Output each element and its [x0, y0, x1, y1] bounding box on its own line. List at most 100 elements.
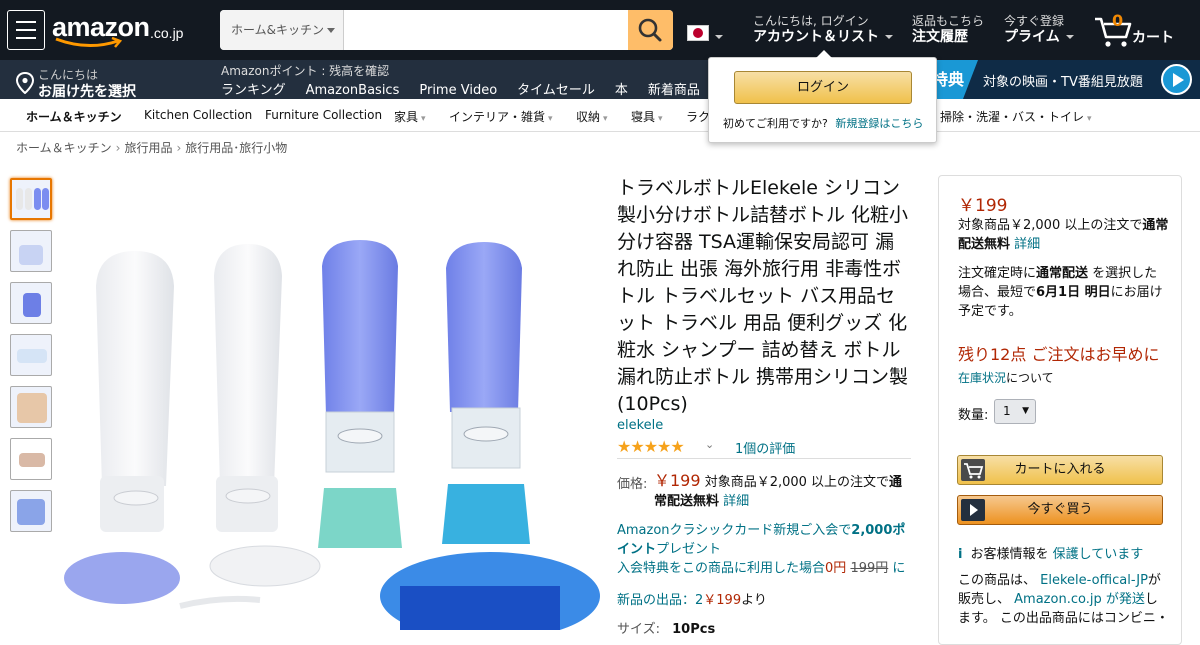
top-nav: amazon .co.jp ホーム&キッチン こんにちは, ログイン アカウント… [0, 0, 1200, 60]
orders-line1: 返品もこちら [912, 14, 985, 28]
stock-text: 残り12点 ご注文はお早めに [958, 345, 1160, 364]
new-offers[interactable]: 新品の出品：2￥199より [617, 589, 767, 608]
card-offer-price: 0円 [825, 561, 847, 576]
chevron-down-icon: ▾ [603, 114, 608, 124]
price-label: 価格: [617, 477, 648, 492]
fulfillment-link[interactable]: Amazon.co.jp が発送 [1014, 592, 1145, 607]
logo-tld: .co.jp [150, 25, 184, 41]
shipping-text: 対象商品￥2,000 以上の注文で [958, 218, 1143, 233]
category-interior[interactable]: インテリア・雑貨 ▾ [449, 108, 553, 125]
rating: ★★★★★ ⌄ 1個の評価 [617, 437, 817, 457]
hamburger-icon[interactable] [7, 10, 45, 50]
orders-link[interactable]: 返品もこちら 注文履歴 [912, 14, 984, 46]
seller-link[interactable]: Elekele-offical-JP [1040, 573, 1148, 588]
category-kitchen-collection[interactable]: Kitchen Collection [144, 108, 252, 122]
search-button[interactable] [628, 10, 673, 50]
secure-transaction: i お客様情報を 保護しています [958, 543, 1143, 562]
breadcrumb-item[interactable]: 旅行用品･旅行小物 [185, 141, 287, 155]
star-icon[interactable]: ★★★★★ [617, 437, 685, 456]
card-offer-text: Amazonクラシックカード新規ご入会で [617, 523, 852, 538]
buy-now-button[interactable]: 今すぐ買う [957, 495, 1163, 525]
price: ￥199 [654, 471, 701, 490]
thumbnail-5[interactable] [10, 386, 52, 428]
card-offer[interactable]: Amazonクラシックカード新規ご入会で2,000ポイントプレゼント 入会特典を… [617, 521, 913, 578]
cart-icon [961, 459, 985, 481]
quantity-value: 1 [1003, 404, 1011, 418]
orders-line2: 注文履歴 [912, 29, 968, 45]
subnav-link-timesale[interactable]: タイムセール [517, 83, 595, 98]
new-customer-label: 初めてご利用ですか? [723, 117, 828, 130]
quantity-select[interactable]: 1 ▼ [994, 399, 1036, 424]
japan-flag-icon[interactable] [687, 25, 709, 41]
chevron-down-icon: ▼ [1022, 406, 1029, 416]
chevron-down-icon[interactable]: ⌄ [705, 438, 714, 451]
buy-box: ￥199 対象商品￥2,000 以上の注文で通常配送無料 詳細 注文確定時に通常… [938, 175, 1182, 645]
seller-text: この商品は、 [958, 573, 1037, 588]
details-link[interactable]: 詳細 [1014, 237, 1040, 252]
account-label: アカウント＆リスト [753, 29, 879, 45]
search-input[interactable] [344, 10, 628, 50]
thumbnail-7[interactable] [10, 490, 52, 532]
amazon-logo[interactable]: amazon .co.jp [52, 10, 192, 50]
search-category-select[interactable]: ホーム&キッチン [220, 10, 344, 50]
thumbnail-6[interactable] [10, 438, 52, 480]
thumbnail-2[interactable] [10, 230, 52, 272]
eta-text: 注文確定時に [958, 266, 1037, 281]
account-menu[interactable]: こんにちは, ログイン アカウント＆リスト [753, 14, 893, 46]
category-label: Kitchen Collection [144, 108, 253, 122]
cart-button[interactable]: 0 カート [1093, 10, 1178, 50]
category-furniture-collection[interactable]: Furniture Collection [265, 108, 382, 122]
breadcrumb-item[interactable]: ホーム＆キッチン [16, 141, 112, 155]
eta-date: 6月1日 明日 [1036, 285, 1111, 300]
category-cut[interactable]: ラク [686, 108, 710, 125]
prime-menu[interactable]: 今すぐ登録 プライム [1004, 14, 1074, 46]
new-offers-link[interactable]: 新品の出品：2 [617, 593, 703, 608]
product-main-image[interactable] [60, 176, 600, 630]
prime-video-promo[interactable]: 特典 対象の映画・TV番組見放題 [918, 60, 1200, 99]
category-label: 家具 [394, 110, 419, 124]
secure-link[interactable]: 保護しています [1053, 547, 1144, 562]
add-to-cart-button[interactable]: カートに入れる [957, 455, 1163, 485]
prime-line1: 今すぐ登録 [1004, 14, 1065, 28]
cart-count: 0 [1112, 11, 1124, 30]
subnav-link-books[interactable]: 本 [615, 83, 628, 98]
category-home-kitchen[interactable]: ホーム＆キッチン [26, 108, 122, 125]
thumbnail-3[interactable] [10, 282, 52, 324]
buybox-price: ￥199 [958, 196, 1008, 216]
stock-suffix: について [1006, 371, 1054, 385]
buy-now-label: 今すぐ買う [1027, 502, 1093, 517]
category-label: 収納 [576, 110, 601, 124]
category-bedding[interactable]: 寝具 ▾ [631, 108, 663, 125]
thumbnail-1[interactable] [10, 178, 52, 220]
details-link[interactable]: 詳細 [723, 494, 749, 509]
eta-bold: 通常配送 [1036, 266, 1089, 281]
login-button[interactable]: ログイン [734, 71, 912, 104]
subnav-link-new[interactable]: 新着商品 [648, 83, 700, 98]
rating-count-link[interactable]: 1個の評価 [735, 438, 795, 457]
location-pin-icon [16, 72, 34, 94]
seller-info: この商品は、 Elekele-offical-JPが販売し、 Amazon.co… [958, 571, 1170, 628]
stock-status: 残り12点 ご注文はお早めに 在庫状況について [958, 344, 1170, 389]
register-link[interactable]: 新規登録はこちら [835, 117, 923, 130]
category-furniture[interactable]: 家具 ▾ [394, 108, 426, 125]
search-icon [638, 18, 662, 42]
subnav-link-amazonbasics[interactable]: AmazonBasics [306, 83, 400, 98]
thumbnail-4[interactable] [10, 334, 52, 376]
subnav-link-ranking[interactable]: ランキング [221, 83, 286, 98]
category-label: Furniture Collection [265, 108, 383, 122]
info-icon[interactable]: i [958, 547, 962, 562]
chevron-down-icon: ▾ [1087, 114, 1092, 124]
brand-link[interactable]: elekele [617, 418, 663, 433]
subnav-links: ランキングAmazonBasicsPrime Videoタイムセール本新着商品ベ [221, 79, 753, 98]
subnav-link-prime-video[interactable]: Prime Video [419, 83, 497, 98]
chevron-right-icon: › [176, 141, 182, 155]
category-storage[interactable]: 収納 ▾ [576, 108, 608, 125]
stock-link[interactable]: 在庫状況 [958, 371, 1006, 385]
account-popover: ログイン 初めてご利用ですか? 新規登録はこちら [708, 50, 937, 143]
sub-nav: こんにちは お届け先を選択 Amazonポイント : 残高を確認 ランキング Am… [0, 60, 1200, 100]
divider [617, 458, 911, 459]
category-cleaning[interactable]: 掃除・洗濯・バス・トイレ ▾ [940, 108, 1092, 125]
quantity-label: 数量: [958, 408, 989, 423]
points-link[interactable]: Amazonポイント : 残高を確認 [221, 62, 389, 79]
breadcrumb-item[interactable]: 旅行用品 [124, 141, 172, 155]
